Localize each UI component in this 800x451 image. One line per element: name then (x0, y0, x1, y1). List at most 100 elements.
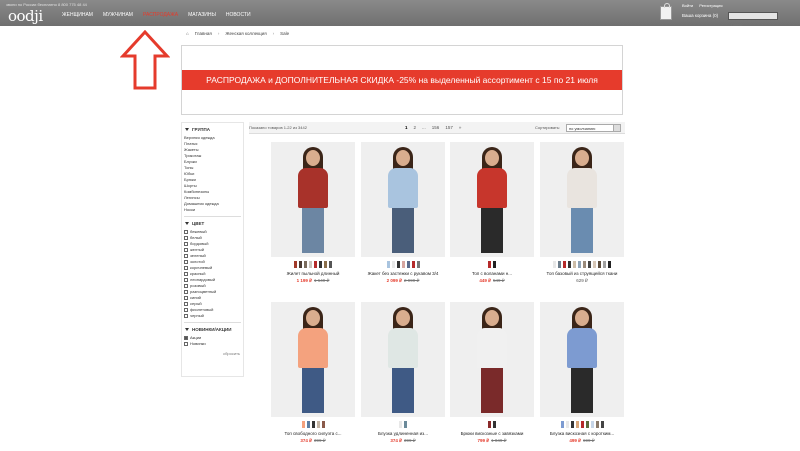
product-photo[interactable] (540, 142, 624, 257)
product-name[interactable]: Жакет без застежки с рукавом 3/4 (361, 271, 445, 276)
search-input[interactable] (729, 21, 777, 28)
checkbox-box[interactable] (184, 242, 188, 246)
color-swatch[interactable] (580, 421, 584, 428)
color-swatch[interactable] (600, 421, 604, 428)
reset-filters-link[interactable]: сбросить (182, 351, 240, 356)
color-swatch[interactable] (593, 261, 596, 268)
sale-banner[interactable]: РАСПРОДАЖА и ДОПОЛНИТЕЛЬНАЯ СКИДКА -25% … (181, 45, 623, 115)
color-swatch[interactable] (608, 261, 611, 268)
color-swatch[interactable] (553, 261, 556, 268)
color-swatch[interactable] (406, 261, 410, 268)
product-photo[interactable] (271, 302, 355, 417)
color-swatch[interactable] (319, 261, 322, 268)
color-swatch[interactable] (391, 261, 395, 268)
color-swatch[interactable] (595, 421, 599, 428)
checkbox-box[interactable] (184, 278, 188, 282)
checkbox-box[interactable] (184, 308, 188, 312)
product-photo[interactable] (361, 142, 445, 257)
product-card[interactable]: Топ базовый из струящейся ткани 629 ₽ (540, 142, 624, 284)
checkbox-box[interactable] (184, 302, 188, 306)
product-card[interactable]: Топ свободного силуэта с... 374 ₽399 ₽ (271, 302, 355, 444)
checkbox-checked[interactable] (184, 336, 188, 340)
register-link[interactable]: Регистрация (699, 3, 722, 8)
color-swatch[interactable] (488, 261, 491, 268)
color-swatch[interactable] (560, 421, 564, 428)
color-checkbox[interactable]: черный (184, 313, 243, 319)
checkbox-box[interactable] (184, 290, 188, 294)
color-filter-title[interactable]: Цвет (185, 221, 243, 226)
product-name[interactable]: Топ базовый из струящейся ткани (540, 271, 624, 276)
product-photo[interactable] (450, 142, 534, 257)
group-filter-title[interactable]: Группа (185, 127, 243, 132)
product-card[interactable]: Жилет пыльной длинный 1 199 ₽1 649 ₽ (271, 142, 355, 284)
product-card[interactable]: Брюки вискозные с завязками 799 ₽1 049 ₽ (450, 302, 534, 444)
page-link[interactable]: 156 (432, 125, 440, 130)
product-name[interactable]: Жилет пыльной длинный (271, 271, 355, 276)
color-swatch[interactable] (411, 261, 415, 268)
nav-women[interactable]: Женщинам (62, 12, 93, 18)
nav-news[interactable]: Новости (226, 12, 251, 18)
product-card[interactable]: Жакет без застежки с рукавом 3/4 2 099 ₽2… (361, 142, 445, 284)
color-swatch[interactable] (590, 421, 594, 428)
color-swatch[interactable] (404, 421, 407, 428)
color-swatch[interactable] (299, 261, 302, 268)
color-swatch[interactable] (396, 261, 400, 268)
checkbox-box[interactable] (184, 230, 188, 234)
product-card[interactable]: Блузка вискозная с коротким... 499 ₽699 ₽ (540, 302, 624, 444)
color-swatch[interactable] (386, 261, 390, 268)
checkbox-box[interactable] (184, 248, 188, 252)
nav-men[interactable]: Мужчинам (103, 12, 133, 18)
product-photo[interactable] (540, 302, 624, 417)
color-swatch[interactable] (401, 261, 405, 268)
color-swatch[interactable] (324, 261, 327, 268)
basket-link[interactable]: Ваша корзина (0) (682, 13, 718, 18)
checkbox-box[interactable] (184, 296, 188, 300)
checkbox-box[interactable] (184, 236, 188, 240)
color-swatch[interactable] (603, 261, 606, 268)
nav-stores[interactable]: Магазины (188, 12, 216, 18)
product-card[interactable]: Блузка удлиненная из... 374 ₽399 ₽ (361, 302, 445, 444)
checkbox-box[interactable] (184, 260, 188, 264)
color-swatch[interactable] (575, 421, 579, 428)
color-swatch[interactable] (301, 421, 305, 428)
group-link[interactable]: Носки (184, 207, 243, 213)
checkbox-box[interactable] (184, 254, 188, 258)
color-swatch[interactable] (294, 261, 297, 268)
page-link[interactable]: 2 (414, 125, 417, 130)
color-swatch[interactable] (488, 421, 491, 428)
checkbox-box[interactable] (184, 284, 188, 288)
shopping-bag-icon[interactable] (660, 3, 672, 20)
page-link[interactable]: 1 (405, 125, 408, 130)
color-swatch[interactable] (416, 261, 420, 268)
color-swatch[interactable] (314, 261, 317, 268)
color-swatch[interactable] (306, 421, 310, 428)
product-name[interactable]: Блузка вискозная с коротким... (540, 431, 624, 436)
checkbox-box[interactable] (184, 342, 188, 346)
sort-select[interactable]: по умолчанию (566, 124, 621, 132)
product-photo[interactable] (271, 142, 355, 257)
color-swatch[interactable] (493, 261, 496, 268)
color-swatch[interactable] (573, 261, 576, 268)
color-swatch[interactable] (588, 261, 591, 268)
breadcrumb-women[interactable]: Женская коллекция (225, 31, 266, 36)
checkbox-box[interactable] (184, 314, 188, 318)
color-swatch[interactable] (309, 261, 312, 268)
color-swatch[interactable] (304, 261, 307, 268)
page-link[interactable]: 157 (445, 125, 453, 130)
color-swatch[interactable] (563, 261, 566, 268)
checkbox-box[interactable] (184, 272, 188, 276)
login-link[interactable]: Войти (682, 3, 693, 8)
new-filter-title[interactable]: Новинки/Акции (185, 327, 243, 332)
breadcrumb-home[interactable]: Главная (195, 31, 212, 36)
color-swatch[interactable] (585, 421, 589, 428)
color-swatch[interactable] (399, 421, 402, 428)
color-swatch[interactable] (558, 261, 561, 268)
color-swatch[interactable] (568, 261, 571, 268)
product-photo[interactable] (361, 302, 445, 417)
color-swatch[interactable] (598, 261, 601, 268)
product-name[interactable]: Топ свободного силуэта с... (271, 431, 355, 436)
product-photo[interactable] (450, 302, 534, 417)
promo-checkbox[interactable]: Новинки (184, 341, 243, 347)
product-name[interactable]: Топ с воланами н... (450, 271, 534, 276)
page-link[interactable]: ... (422, 125, 426, 130)
